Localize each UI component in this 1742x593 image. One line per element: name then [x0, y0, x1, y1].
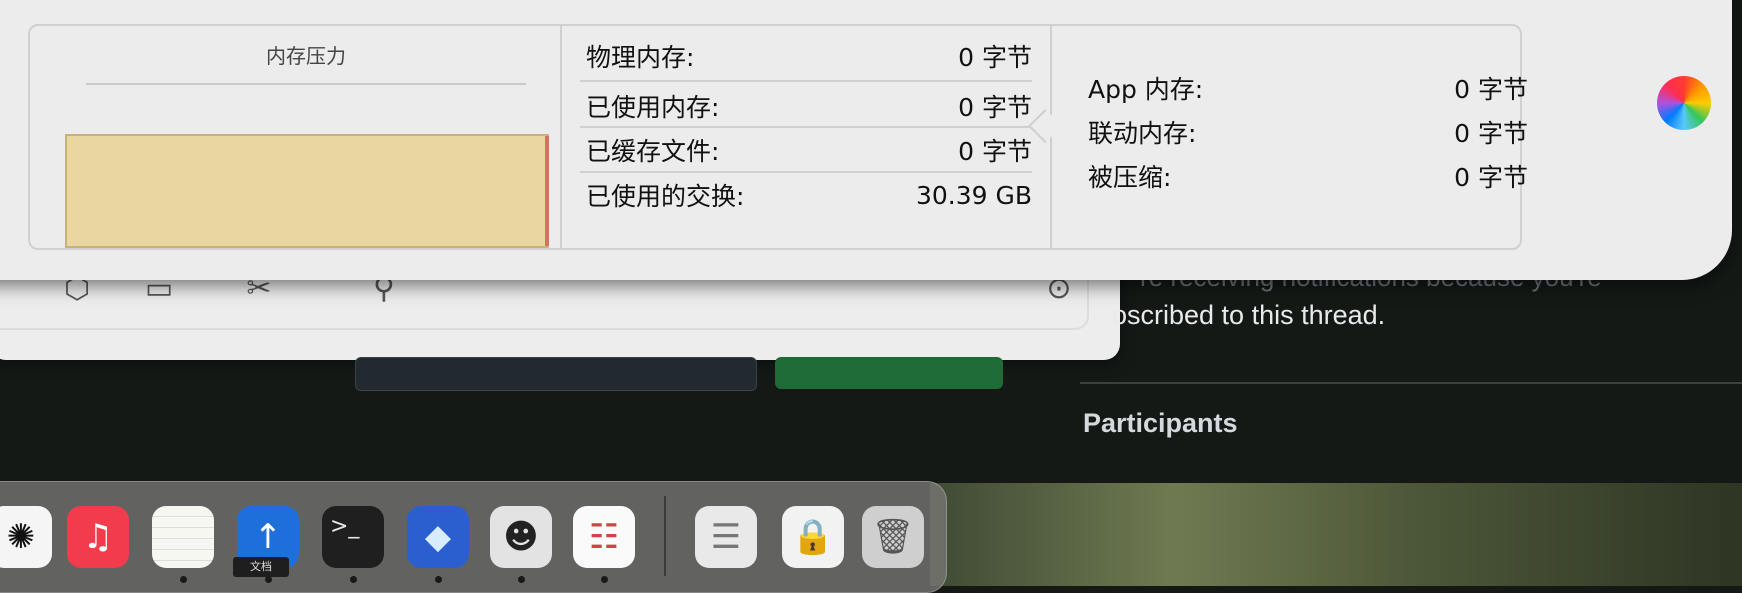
dock-separator	[664, 496, 666, 576]
stat-row-cached-files: 已缓存文件: 0 字节	[586, 126, 1032, 174]
stat-row-compressed: 被压缩: 0 字节	[1088, 154, 1528, 198]
running-indicator	[265, 576, 272, 583]
running-indicator	[350, 576, 357, 583]
stat-value: 0 字节	[958, 93, 1032, 122]
stat-value: 30.39 GB	[915, 180, 1032, 210]
stat-row-physical-memory: 物理内存: 0 字节	[586, 32, 1032, 80]
chatgpt-icon[interactable]: ✺	[0, 506, 52, 568]
prism-app-icon[interactable]: ◆	[407, 506, 469, 568]
stat-value: 0 字节	[1454, 163, 1528, 192]
stat-label: 已缓存文件:	[586, 137, 720, 166]
memory-stats-box: 内存压力 物理内存: 0 字节 已使用内存: 0 字节 已缓存文件: 0 字节 …	[28, 24, 1528, 250]
notification-subscribed-text: oscribed to this thread.	[1112, 300, 1386, 330]
stat-label: App 内存:	[1088, 75, 1204, 104]
running-indicator	[180, 576, 187, 583]
stat-label: 联动内存:	[1088, 119, 1197, 148]
cat-app-icon[interactable]: ☻	[490, 506, 552, 568]
background-green-button[interactable]	[775, 357, 1003, 389]
panel-separator-left	[560, 26, 562, 248]
pressure-graph-edge	[545, 136, 549, 246]
locked-file-icon[interactable]: 🔒	[782, 506, 844, 568]
stat-row-app-memory: App 内存: 0 字节	[1088, 66, 1528, 110]
running-indicator	[435, 576, 442, 583]
busy-spinner-icon	[1657, 76, 1711, 130]
dock-tooltip: 文档	[233, 557, 289, 577]
running-indicator	[601, 576, 608, 583]
stat-label: 物理内存:	[586, 43, 695, 72]
stat-row-used-memory: 已使用内存: 0 字节	[586, 82, 1032, 130]
stat-row-wired-memory: 联动内存: 0 字节	[1088, 110, 1528, 154]
text-document-icon[interactable]: ☰	[695, 506, 757, 568]
detail-pointer	[1028, 109, 1062, 143]
section-divider	[1080, 382, 1742, 384]
memory-pressure-title: 内存压力	[266, 44, 346, 68]
stat-label: 被压缩:	[1088, 163, 1172, 192]
reminders-icon[interactable]: ☷	[573, 506, 635, 568]
stat-label: 已使用的交换:	[586, 182, 745, 211]
stat-row-swap-used: 已使用的交换: 30.39 GB	[586, 171, 1032, 219]
stat-value: 0 字节	[958, 43, 1032, 72]
trash-icon[interactable]: 🗑	[862, 506, 924, 568]
running-indicator	[518, 576, 525, 583]
music-icon[interactable]: ♫	[67, 506, 129, 568]
desktop-wallpaper	[930, 483, 1742, 586]
memory-pressure-graph	[65, 134, 549, 248]
pressure-title-divider	[86, 83, 526, 85]
notes-icon[interactable]	[152, 506, 214, 568]
memory-popover: 内存压力 物理内存: 0 字节 已使用内存: 0 字节 已缓存文件: 0 字节 …	[0, 0, 1732, 280]
stat-value: 0 字节	[1454, 119, 1528, 148]
stat-value: 0 字节	[958, 137, 1032, 166]
background-control-group[interactable]	[355, 357, 757, 391]
stat-label: 已使用内存:	[586, 93, 720, 122]
participants-heading: Participants	[1083, 408, 1238, 438]
terminal-icon[interactable]: >_	[322, 506, 384, 568]
stat-value: 0 字节	[1454, 75, 1528, 104]
